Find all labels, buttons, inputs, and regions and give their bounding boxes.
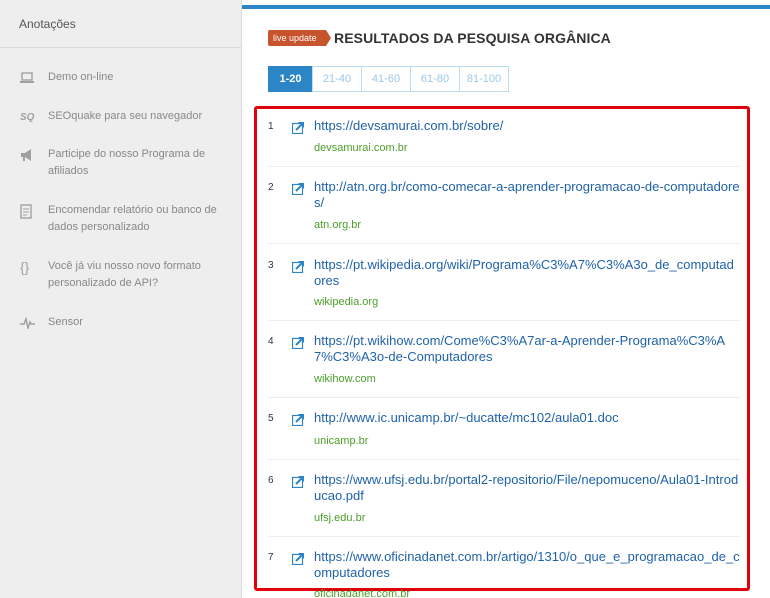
result-domain: oficinadanet.com.br [314,588,410,598]
live-update-badge: live update [268,30,331,46]
laptop-icon [0,69,48,87]
external-link-icon[interactable] [292,182,305,195]
external-link-icon[interactable] [292,475,305,488]
page-button-41-60[interactable]: 41-60 [361,66,411,92]
page-button-1-20[interactable]: 1-20 [268,66,313,92]
sidebar-item-label: SEOquake para seu navegador [48,110,203,122]
result-domain: wikihow.com [314,373,376,385]
result-divider [268,459,740,460]
sidebar-item-relatorio[interactable]: Encomendar relatório ou banco de dados p… [0,202,242,236]
result-url-link[interactable]: http://atn.org.br/como-comecar-a-aprende… [314,179,740,211]
result-divider [268,166,740,167]
result-url-link[interactable]: https://pt.wikihow.com/Come%C3%A7ar-a-Ap… [314,333,740,365]
sidebar-item-demo[interactable]: Demo on-line [0,69,242,87]
result-divider [268,397,740,398]
sidebar-header: Anotações [0,0,241,48]
sidebar: Anotações Demo on-line SQ SEOquake para … [0,0,242,598]
external-link-icon[interactable] [292,552,305,565]
page-title: RESULTADOS DA PESQUISA ORGÂNICA [334,30,611,46]
result-number: 2 [268,182,274,193]
sidebar-item-seoquake[interactable]: SQ SEOquake para seu navegador [0,108,242,126]
sidebar-item-afiliados[interactable]: Participe do nosso Programa de afiliados [0,146,242,180]
top-accent-bar [242,5,770,9]
result-number: 4 [268,336,274,347]
result-number: 1 [268,121,274,132]
result-url-link[interactable]: https://pt.wikipedia.org/wiki/Programa%C… [314,257,740,289]
external-link-icon[interactable] [292,336,305,349]
result-divider [268,243,740,244]
result-number: 7 [268,552,274,563]
page-button-81-100[interactable]: 81-100 [459,66,509,92]
result-url-link[interactable]: https://www.ufsj.edu.br/portal2-reposito… [314,472,740,504]
sidebar-item-api[interactable]: {} Você já viu nosso novo formato person… [0,258,242,292]
external-link-icon[interactable] [292,121,305,134]
pagination: 1-20 21-40 41-60 61-80 81-100 [268,66,509,92]
document-icon [0,202,48,220]
result-number: 5 [268,413,274,424]
megaphone-icon [0,146,48,164]
sidebar-item-label: Encomendar relatório ou banco de dados p… [48,204,217,233]
sidebar-item-label: Demo on-line [48,71,114,83]
result-domain: unicamp.br [314,435,369,447]
braces-icon: {} [20,259,30,275]
result-divider [268,320,740,321]
result-url-link[interactable]: https://www.oficinadanet.com.br/artigo/1… [314,549,740,581]
sidebar-item-label: Sensor [48,316,83,328]
result-number: 3 [268,260,274,271]
page-button-61-80[interactable]: 61-80 [410,66,460,92]
sidebar-item-label: Participe do nosso Programa de afiliados [48,148,206,177]
external-link-icon[interactable] [292,413,305,426]
result-domain: devsamurai.com.br [314,142,408,154]
result-domain: wikipedia.org [314,296,379,308]
result-domain: atn.org.br [314,219,362,231]
external-link-icon[interactable] [292,260,305,273]
result-divider [268,536,740,537]
result-number: 6 [268,475,274,486]
sidebar-item-sensor[interactable]: Sensor [0,314,242,332]
result-url-link[interactable]: https://devsamurai.com.br/sobre/ [314,118,740,134]
seoquake-icon: SQ [20,111,35,123]
pulse-icon [0,314,48,332]
sidebar-item-label: Você já viu nosso novo formato personali… [48,260,201,289]
result-domain: ufsj.edu.br [314,512,366,524]
page-button-21-40[interactable]: 21-40 [312,66,362,92]
result-url-link[interactable]: http://www.ic.unicamp.br/~ducatte/mc102/… [314,410,740,426]
